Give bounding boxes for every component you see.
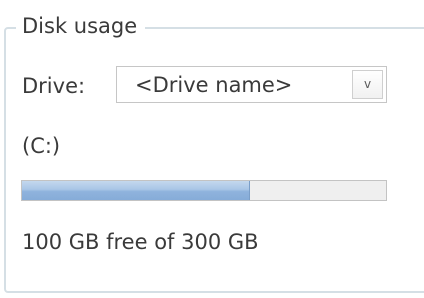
chevron-down-icon[interactable]: v: [352, 70, 383, 99]
disk-usage-progress-fill: [22, 181, 250, 200]
drive-label: Drive:: [22, 74, 86, 98]
dropdown-glyph: v: [363, 77, 372, 91]
drive-letter: (C:): [22, 134, 61, 158]
drive-select[interactable]: <Drive name> v: [116, 66, 387, 103]
groupbox-title: Disk usage: [16, 12, 146, 40]
drive-select-value: <Drive name>: [135, 73, 293, 97]
disk-usage-progress-bar: [21, 180, 387, 201]
disk-usage-summary: 100 GB free of 300 GB: [22, 230, 259, 254]
